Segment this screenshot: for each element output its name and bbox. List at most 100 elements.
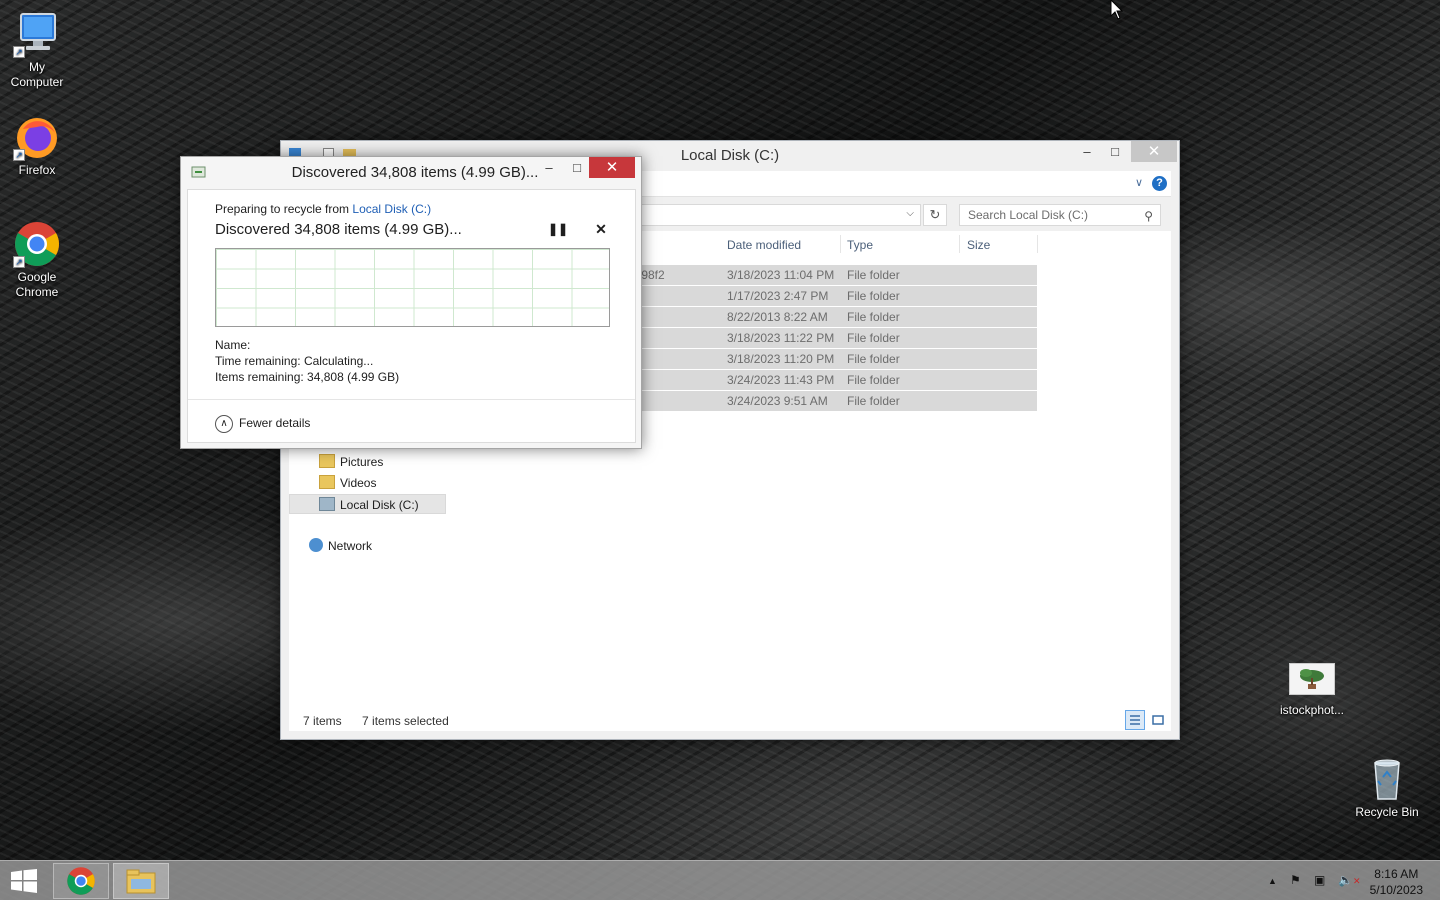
desktop-icon-label: Computer: [10, 75, 64, 89]
column-divider[interactable]: [1037, 235, 1038, 253]
table-row[interactable]: 3/18/2023 11:22 PM File folder: [638, 328, 1037, 348]
file-date: 3/18/2023 11:22 PM: [727, 331, 835, 345]
shortcut-arrow-icon: ↗: [13, 149, 25, 161]
table-row[interactable]: 3/18/2023 11:20 PM File folder: [638, 349, 1037, 369]
large-icons-view-icon: [1152, 715, 1164, 725]
file-explorer-icon: [126, 869, 156, 894]
pause-button[interactable]: ❚❚: [548, 222, 568, 238]
divider: [188, 399, 635, 400]
firefox-icon: ↗: [13, 113, 61, 161]
nav-item-label: Network: [328, 539, 373, 553]
address-dropdown-chevron-icon[interactable]: ⌵: [906, 208, 914, 219]
taskbar-file-explorer-button[interactable]: [113, 863, 169, 899]
name-label: Name:: [215, 338, 251, 352]
source-link[interactable]: Local Disk (C:): [352, 202, 431, 216]
desktop-icon-firefox[interactable]: ↗ Firefox: [0, 113, 74, 178]
large-icons-view-button[interactable]: [1148, 710, 1168, 730]
nav-item-local-disk[interactable]: Local Disk (C:): [289, 494, 446, 514]
column-divider[interactable]: [959, 235, 960, 253]
image-thumbnail-icon: [1289, 663, 1335, 695]
file-date: 3/18/2023 11:20 PM: [727, 352, 835, 366]
prep-status: Preparing to recycle from Local Disk (C:…: [215, 202, 431, 216]
show-hidden-icons-chevron-icon[interactable]: ▲: [1268, 876, 1277, 886]
expand-ribbon-chevron-icon[interactable]: ∨: [1135, 176, 1143, 189]
nav-item-label: Pictures: [340, 455, 384, 469]
drive-icon: [319, 497, 335, 511]
nav-item-network[interactable]: Network: [309, 536, 372, 556]
computer-icon: ↗: [13, 10, 61, 58]
nav-item-label: Local Disk (C:): [340, 498, 419, 512]
windows-logo-icon: [11, 869, 37, 893]
network-icon: [309, 538, 323, 552]
file-date: 1/17/2023 2:47 PM: [727, 289, 829, 303]
maximize-button[interactable]: □: [1101, 141, 1129, 162]
desktop-icon-my-computer[interactable]: ↗ My Computer: [0, 10, 74, 90]
taskbar-clock[interactable]: 8:16 AM 5/10/2023: [1370, 866, 1423, 898]
file-type: File folder: [847, 373, 900, 387]
desktop-icon-label: My: [29, 60, 45, 74]
name-row: Name:: [215, 338, 250, 352]
chevron-up-icon: ∧: [215, 414, 233, 433]
file-date: 3/18/2023 11:04 PM: [727, 268, 835, 282]
desktop-icon-label: istockphot...: [1279, 703, 1345, 717]
taskbar-chrome-button[interactable]: [53, 863, 109, 899]
close-button[interactable]: ✕: [1131, 141, 1177, 162]
dialog-body: Preparing to recycle from Local Disk (C:…: [187, 189, 636, 443]
table-row[interactable]: f98f2 3/18/2023 11:04 PM File folder: [638, 265, 1037, 285]
column-header-type[interactable]: Type: [847, 238, 873, 252]
dialog-minimize-button[interactable]: –: [535, 157, 563, 178]
refresh-icon: ↻: [929, 207, 941, 222]
cancel-button[interactable]: ✕: [594, 221, 608, 237]
refresh-button[interactable]: ↻: [923, 204, 947, 226]
desktop-icon-recycle-bin[interactable]: Recycle Bin: [1350, 755, 1424, 820]
action-center-flag-icon[interactable]: ⚑: [1290, 873, 1301, 887]
fewer-details-button[interactable]: ∧ Fewer details: [215, 413, 310, 433]
taskbar: ▲ ⚑ ▣ 🔈✕ 8:16 AM 5/10/2023: [0, 860, 1440, 900]
search-placeholder: Search Local Disk (C:): [968, 208, 1089, 222]
search-input[interactable]: Search Local Disk (C:) ⚲: [959, 204, 1161, 226]
file-type: File folder: [847, 352, 900, 366]
column-header-date[interactable]: Date modified: [727, 238, 801, 252]
pause-icon: ❚❚: [548, 222, 569, 236]
volume-muted-icon[interactable]: 🔈✕: [1338, 873, 1361, 887]
dialog-maximize-button[interactable]: □: [563, 157, 591, 178]
table-row[interactable]: 3/24/2023 11:43 PM File folder: [638, 370, 1037, 390]
chrome-icon: [67, 867, 95, 895]
help-icon[interactable]: ?: [1152, 176, 1167, 191]
network-tray-icon[interactable]: ▣: [1314, 873, 1325, 887]
desktop-icon-label: Recycle Bin: [1355, 805, 1419, 819]
minimize-button[interactable]: –: [1073, 141, 1101, 162]
desktop-icon-istockphoto[interactable]: istockphot...: [1275, 663, 1349, 718]
file-type: File folder: [847, 268, 900, 282]
recycle-progress-dialog[interactable]: Discovered 34,808 items (4.99 GB)... – □…: [180, 156, 642, 449]
nav-item-pictures[interactable]: Pictures: [319, 452, 383, 472]
clock-date: 5/10/2023: [1369, 883, 1423, 897]
progress-heading: Discovered 34,808 items (4.99 GB)...: [215, 221, 462, 238]
shortcut-arrow-icon: ↗: [13, 256, 25, 268]
dialog-close-button[interactable]: ✕: [589, 157, 635, 178]
mouse-cursor-icon: [1110, 0, 1124, 20]
column-divider[interactable]: [840, 235, 841, 253]
time-value: Calculating...: [303, 354, 374, 368]
table-row[interactable]: 3/24/2023 9:51 AM File folder: [638, 391, 1037, 411]
column-header-size[interactable]: Size: [967, 238, 990, 252]
file-date: 3/24/2023 11:43 PM: [727, 373, 835, 387]
file-date: 3/24/2023 9:51 AM: [727, 394, 828, 408]
file-type: File folder: [847, 289, 900, 303]
time-label: Time remaining:: [215, 354, 301, 368]
close-icon: ✕: [595, 221, 607, 237]
nav-item-videos[interactable]: Videos: [319, 473, 376, 493]
pictures-folder-icon: [319, 454, 335, 468]
items-remaining-row: Items remaining: 34,808 (4.99 GB): [215, 370, 399, 384]
table-row[interactable]: 1/17/2023 2:47 PM File folder: [638, 286, 1037, 306]
item-count: 7 items: [303, 714, 342, 728]
details-view-button[interactable]: [1125, 710, 1145, 730]
progress-graph: [215, 248, 610, 327]
status-bar: 7 items 7 items selected: [303, 714, 449, 728]
desktop-icon-google-chrome[interactable]: ↗ Google Chrome: [0, 220, 74, 300]
shortcut-arrow-icon: ↗: [13, 46, 25, 58]
start-button[interactable]: [10, 869, 38, 893]
desktop-icon-label: Google: [17, 270, 57, 284]
table-row[interactable]: 8/22/2013 8:22 AM File folder: [638, 307, 1037, 327]
desktop-icon-label: Firefox: [18, 163, 56, 177]
